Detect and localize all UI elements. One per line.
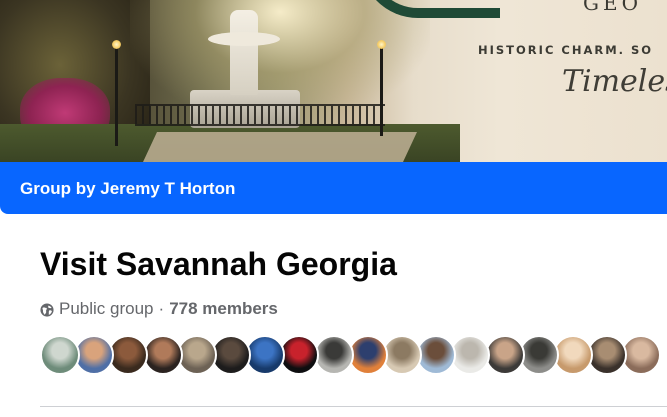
member-avatar[interactable]: [211, 335, 251, 375]
cover-script-text: Timeles: [562, 64, 667, 99]
member-avatar[interactable]: [484, 335, 525, 375]
member-avatar[interactable]: [553, 335, 593, 375]
member-count[interactable]: 778 members: [169, 299, 278, 319]
member-avatar[interactable]: [108, 335, 149, 375]
member-avatar[interactable]: [621, 335, 662, 375]
member-avatar[interactable]: [450, 335, 491, 375]
cover-photo[interactable]: GEO HISTORIC CHARM. SO Timeles: [0, 0, 667, 162]
cover-path: [143, 132, 417, 162]
cover-street-lamp: [112, 40, 121, 146]
privacy-label[interactable]: Public group: [59, 299, 154, 319]
meta-separator: ·: [158, 299, 165, 318]
cover-brand-letters: GEO: [583, 0, 642, 15]
member-avatar[interactable]: [245, 335, 286, 375]
cover-tagline: HISTORIC CHARM. SO: [478, 43, 654, 57]
group-owner-banner: Group by Jeremy T Horton: [0, 162, 667, 214]
member-avatar[interactable]: [382, 335, 422, 375]
member-avatar[interactable]: [176, 335, 217, 375]
member-avatar[interactable]: [347, 335, 388, 375]
member-avatar-row: [40, 335, 667, 375]
cover-street-lamp: [377, 40, 386, 136]
member-avatar[interactable]: [40, 335, 80, 375]
group-name[interactable]: Visit Savannah Georgia: [40, 246, 397, 283]
group-owner-link[interactable]: Group by Jeremy T Horton: [20, 179, 235, 199]
member-avatar[interactable]: [313, 335, 354, 375]
globe-icon: [40, 302, 54, 317]
member-avatar[interactable]: [142, 335, 183, 375]
cover-fountain-bowl: [208, 32, 280, 46]
member-avatar[interactable]: [587, 335, 628, 375]
cover-fountain-column: [230, 10, 258, 95]
group-meta: Public group · 778 members: [40, 299, 278, 319]
member-avatar[interactable]: [518, 335, 559, 375]
member-avatar[interactable]: [416, 335, 457, 375]
member-avatar[interactable]: [74, 335, 115, 375]
section-divider: [40, 406, 667, 407]
member-avatar[interactable]: [279, 335, 320, 375]
cover-iron-fence: [135, 104, 385, 126]
